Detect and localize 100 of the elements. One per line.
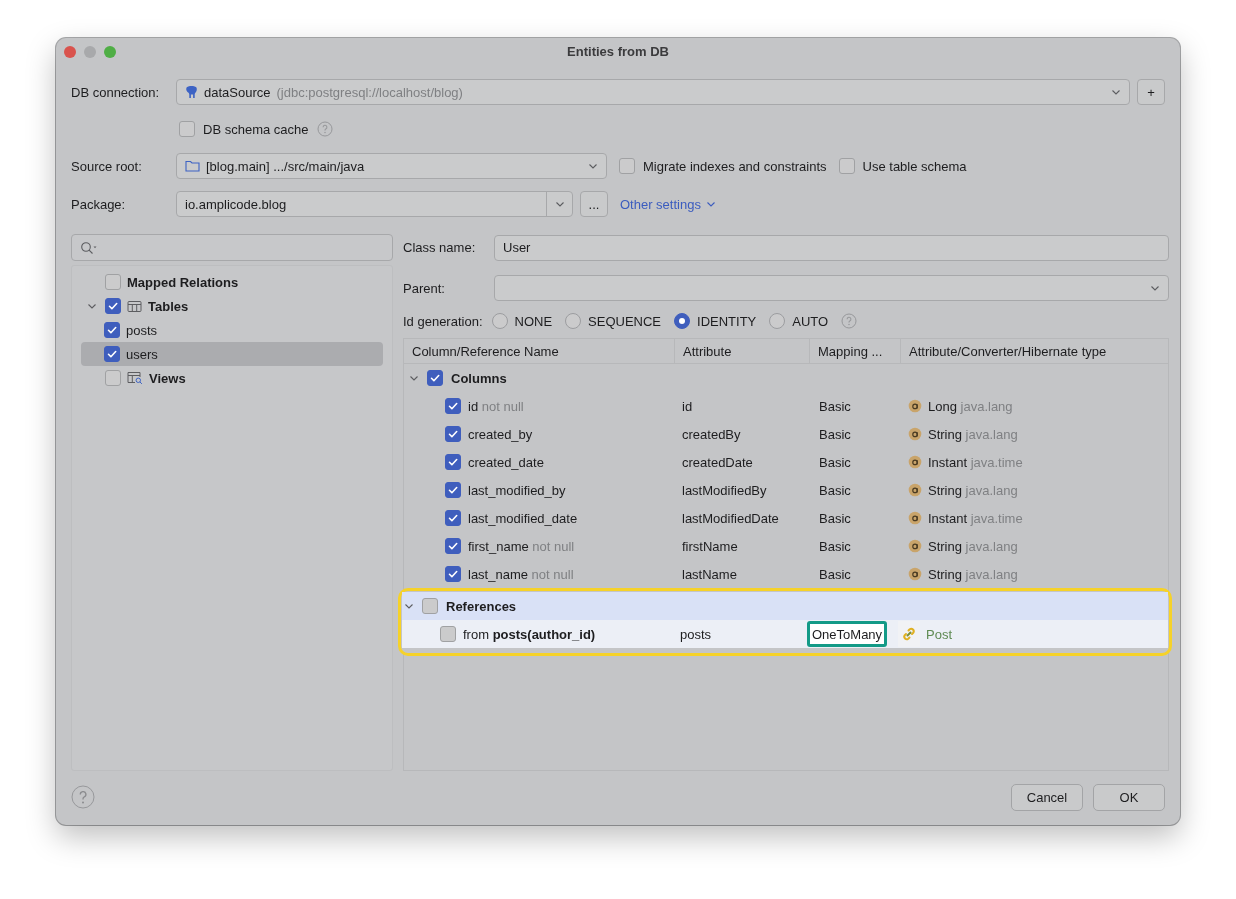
help-icon[interactable] <box>316 121 333 137</box>
mapping-type[interactable]: OneToMany <box>807 621 888 647</box>
help-icon[interactable] <box>841 313 858 329</box>
checkbox[interactable] <box>104 322 120 338</box>
check-icon <box>447 512 459 524</box>
radio-button[interactable] <box>769 313 786 329</box>
mapping-type[interactable]: Basic <box>815 449 855 475</box>
checkbox[interactable] <box>104 346 120 362</box>
table-icon <box>127 299 142 313</box>
column-header[interactable]: Attribute/Converter/Hibernate type <box>900 339 1168 363</box>
checkbox[interactable] <box>422 598 438 614</box>
column-name: id not null <box>468 398 524 414</box>
field-label: Id generation: <box>403 313 483 329</box>
tree-item[interactable]: Views <box>81 366 383 390</box>
mapping-type[interactable]: Basic <box>815 393 855 419</box>
view-icon <box>127 371 143 385</box>
browse-button[interactable]: ... <box>580 191 608 217</box>
add-button[interactable]: + <box>1137 79 1165 105</box>
mapping-type[interactable]: Basic <box>815 421 855 447</box>
checkbox[interactable] <box>445 398 461 414</box>
connection-dropdown[interactable]: dataSource (jdbc:postgresql://localhost/blog) <box>176 79 1131 105</box>
column-header[interactable]: Column/Reference Name <box>404 339 674 363</box>
radio-label: NONE <box>514 313 553 329</box>
checkbox[interactable] <box>445 510 461 526</box>
checkbox[interactable] <box>445 454 461 470</box>
checkbox[interactable] <box>445 538 461 554</box>
chevron-down-icon <box>705 199 716 209</box>
checkbox[interactable] <box>445 566 461 582</box>
attribute-name: id <box>682 398 693 414</box>
checkbox[interactable] <box>838 158 855 174</box>
tree-item[interactable]: users <box>81 342 383 366</box>
check-icon <box>447 428 459 440</box>
type-name: String java.lang <box>928 426 1018 442</box>
column-name: created_by <box>468 426 533 442</box>
dialog-button[interactable]: OK <box>1093 783 1165 811</box>
mapping-type[interactable]: Basic <box>815 477 855 503</box>
checkbox[interactable] <box>427 370 443 386</box>
radio-button[interactable] <box>491 313 508 329</box>
check-icon <box>447 568 459 580</box>
attribute-icon <box>908 567 922 581</box>
check-icon <box>106 348 118 360</box>
mapping-type[interactable]: Basic <box>815 561 855 587</box>
checkbox[interactable] <box>445 426 461 442</box>
other-settings-link[interactable]: Other settings <box>620 196 716 212</box>
column-name: last_name not null <box>468 566 574 582</box>
field-label: Parent: <box>403 280 446 296</box>
field-label: Package: <box>71 196 127 212</box>
radio-button[interactable] <box>565 313 582 329</box>
chevron-down-icon <box>1150 283 1160 293</box>
type-name: Instant java.time <box>928 454 1023 470</box>
checkbox[interactable] <box>619 158 635 174</box>
checkbox[interactable] <box>440 626 456 642</box>
column-name: first_name not null <box>468 538 575 554</box>
close-button[interactable] <box>64 45 76 58</box>
radio-button[interactable] <box>674 313 691 329</box>
column-header[interactable]: Attribute <box>674 339 809 363</box>
chevron-down-icon <box>1111 87 1122 97</box>
column-header[interactable]: Mapping ... <box>809 339 900 363</box>
help-icon[interactable] <box>71 785 95 809</box>
check-icon <box>447 540 459 552</box>
class-name-field[interactable]: User <box>494 234 1169 261</box>
attribute-icon <box>908 483 922 497</box>
checkbox[interactable] <box>445 482 461 498</box>
zoom-button[interactable] <box>104 45 116 58</box>
checkbox[interactable] <box>179 121 195 137</box>
attribute-icon <box>908 455 922 469</box>
parent-dropdown[interactable] <box>494 275 1169 301</box>
attribute-icon <box>908 539 922 553</box>
type-name: String java.lang <box>928 566 1018 582</box>
mapping-type[interactable]: Basic <box>815 505 855 531</box>
mapping-type[interactable]: Basic <box>815 533 855 559</box>
type-name: Instant java.time <box>928 510 1023 526</box>
tree-item[interactable]: Tables <box>81 294 383 318</box>
tree-item[interactable]: Mapped Relations <box>81 270 383 294</box>
attribute-name: createdBy <box>682 426 741 442</box>
package-combobox[interactable]: io.amplicode.blog <box>176 191 573 217</box>
checkbox[interactable] <box>105 298 121 314</box>
minimize-button[interactable] <box>84 45 96 58</box>
column-name: from posts(author_id) <box>463 626 596 642</box>
checkbox-label: Migrate indexes and constraints <box>643 158 827 174</box>
link-icon <box>901 626 917 642</box>
check-icon <box>447 400 459 412</box>
field-label: Source root: <box>71 158 143 174</box>
column-name: last_modified_by <box>468 482 566 498</box>
chevron-down-icon <box>554 199 565 209</box>
check-icon <box>429 372 441 384</box>
check-icon <box>447 484 459 496</box>
attribute-icon <box>908 511 922 525</box>
attribute-name: firstName <box>682 538 738 554</box>
attribute-name: lastModifiedBy <box>682 482 767 498</box>
dialog-button[interactable]: Cancel <box>1011 783 1083 811</box>
attribute-name: lastModifiedDate <box>682 510 779 526</box>
checkbox[interactable] <box>105 370 121 386</box>
checkbox-label: Use table schema <box>862 158 967 174</box>
attribute-icon <box>908 399 922 413</box>
source-root-dropdown[interactable]: [blog.main] .../src/main/java <box>176 153 607 179</box>
search-field[interactable] <box>71 234 393 261</box>
tree-item[interactable]: posts <box>81 318 383 342</box>
radio-label: IDENTITY <box>697 313 757 329</box>
checkbox[interactable] <box>105 274 121 290</box>
